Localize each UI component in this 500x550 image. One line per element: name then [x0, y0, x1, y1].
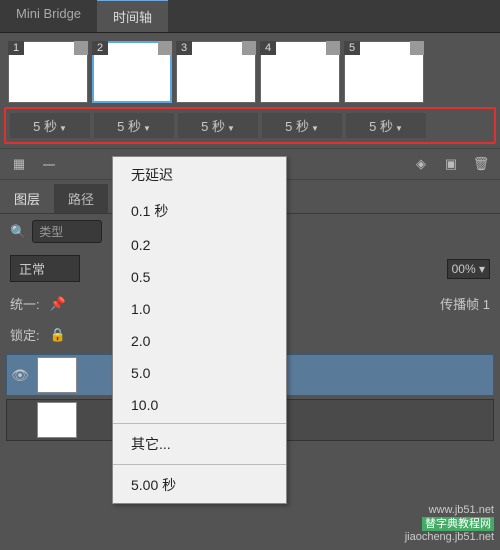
menu-item-current[interactable]: 5.00 秒	[113, 467, 286, 503]
frame-delay-3[interactable]: 5 秒▼	[178, 113, 258, 138]
menu-separator	[113, 464, 286, 465]
frame-5[interactable]: 5	[344, 41, 424, 103]
menu-item-other[interactable]: 其它...	[113, 426, 286, 462]
frame-delay-5[interactable]: 5 秒▼	[346, 113, 426, 138]
menu-item-5-0[interactable]: 5.0	[113, 357, 286, 389]
layer-thumbnail	[37, 402, 77, 438]
search-icon: 🔍	[10, 224, 26, 240]
tab-paths[interactable]: 路径	[54, 184, 108, 213]
propagate-label: 传播帧 1	[440, 294, 490, 313]
duplicate-frame-icon[interactable]: ▣	[442, 157, 460, 171]
frame-2[interactable]: 2	[92, 41, 172, 103]
frame-delay-2[interactable]: 5 秒▼	[94, 113, 174, 138]
layer-filter-type[interactable]: 类型	[32, 220, 102, 243]
opacity-field[interactable]: 00% ▾	[447, 259, 490, 279]
dropdown-icon: ▼	[143, 124, 151, 133]
convert-icon[interactable]: ▦	[10, 157, 28, 171]
blend-mode-dropdown[interactable]: 正常	[10, 255, 80, 282]
dropdown-icon: ▼	[395, 124, 403, 133]
menu-item-0-2[interactable]: 0.2	[113, 229, 286, 261]
layer-thumbnail	[37, 357, 77, 393]
lock-label: 锁定:	[10, 325, 40, 344]
frame-4[interactable]: 4	[260, 41, 340, 103]
trash-icon[interactable]: 🗑	[472, 157, 490, 171]
delay-row-highlight: 5 秒▼ 5 秒▼ 5 秒▼ 5 秒▼ 5 秒▼	[4, 107, 496, 144]
menu-separator	[113, 423, 286, 424]
dropdown-icon: ▼	[59, 124, 67, 133]
unify-label: 统一:	[10, 294, 40, 313]
timeline-panel: 1 2 3 4 5 5 秒▼ 5 秒▼ 5 秒▼ 5 秒▼ 5 秒▼	[0, 33, 500, 148]
delay-menu: 无延迟 0.1 秒 0.2 0.5 1.0 2.0 5.0 10.0 其它...…	[112, 156, 287, 504]
dropdown-icon: ▼	[311, 124, 319, 133]
tab-layers[interactable]: 图层	[0, 184, 54, 213]
visibility-icon[interactable]: 👁	[9, 367, 31, 384]
unify-position-icon[interactable]: 📌	[50, 296, 66, 312]
loop-dropdown[interactable]: 一	[40, 157, 58, 171]
menu-item-1-0[interactable]: 1.0	[113, 293, 286, 325]
watermark: www.jb51.net 替字典教程网 jiaocheng.jb51.net	[405, 504, 494, 544]
tween-icon[interactable]: ◈	[412, 157, 430, 171]
menu-item-0-1[interactable]: 0.1 秒	[113, 193, 286, 229]
menu-item-0-5[interactable]: 0.5	[113, 261, 286, 293]
frame-delay-4[interactable]: 5 秒▼	[262, 113, 342, 138]
tab-timeline[interactable]: 时间轴	[97, 0, 168, 32]
frame-delay-1[interactable]: 5 秒▼	[10, 113, 90, 138]
dropdown-icon: ▼	[227, 124, 235, 133]
lock-all-icon[interactable]: 🔒	[50, 327, 66, 343]
menu-item-10-0[interactable]: 10.0	[113, 389, 286, 421]
frame-3[interactable]: 3	[176, 41, 256, 103]
menu-item-no-delay[interactable]: 无延迟	[113, 157, 286, 193]
frame-1[interactable]: 1	[8, 41, 88, 103]
menu-item-2-0[interactable]: 2.0	[113, 325, 286, 357]
frames-strip: 1 2 3 4 5	[4, 39, 496, 105]
tab-mini-bridge[interactable]: Mini Bridge	[0, 0, 97, 32]
